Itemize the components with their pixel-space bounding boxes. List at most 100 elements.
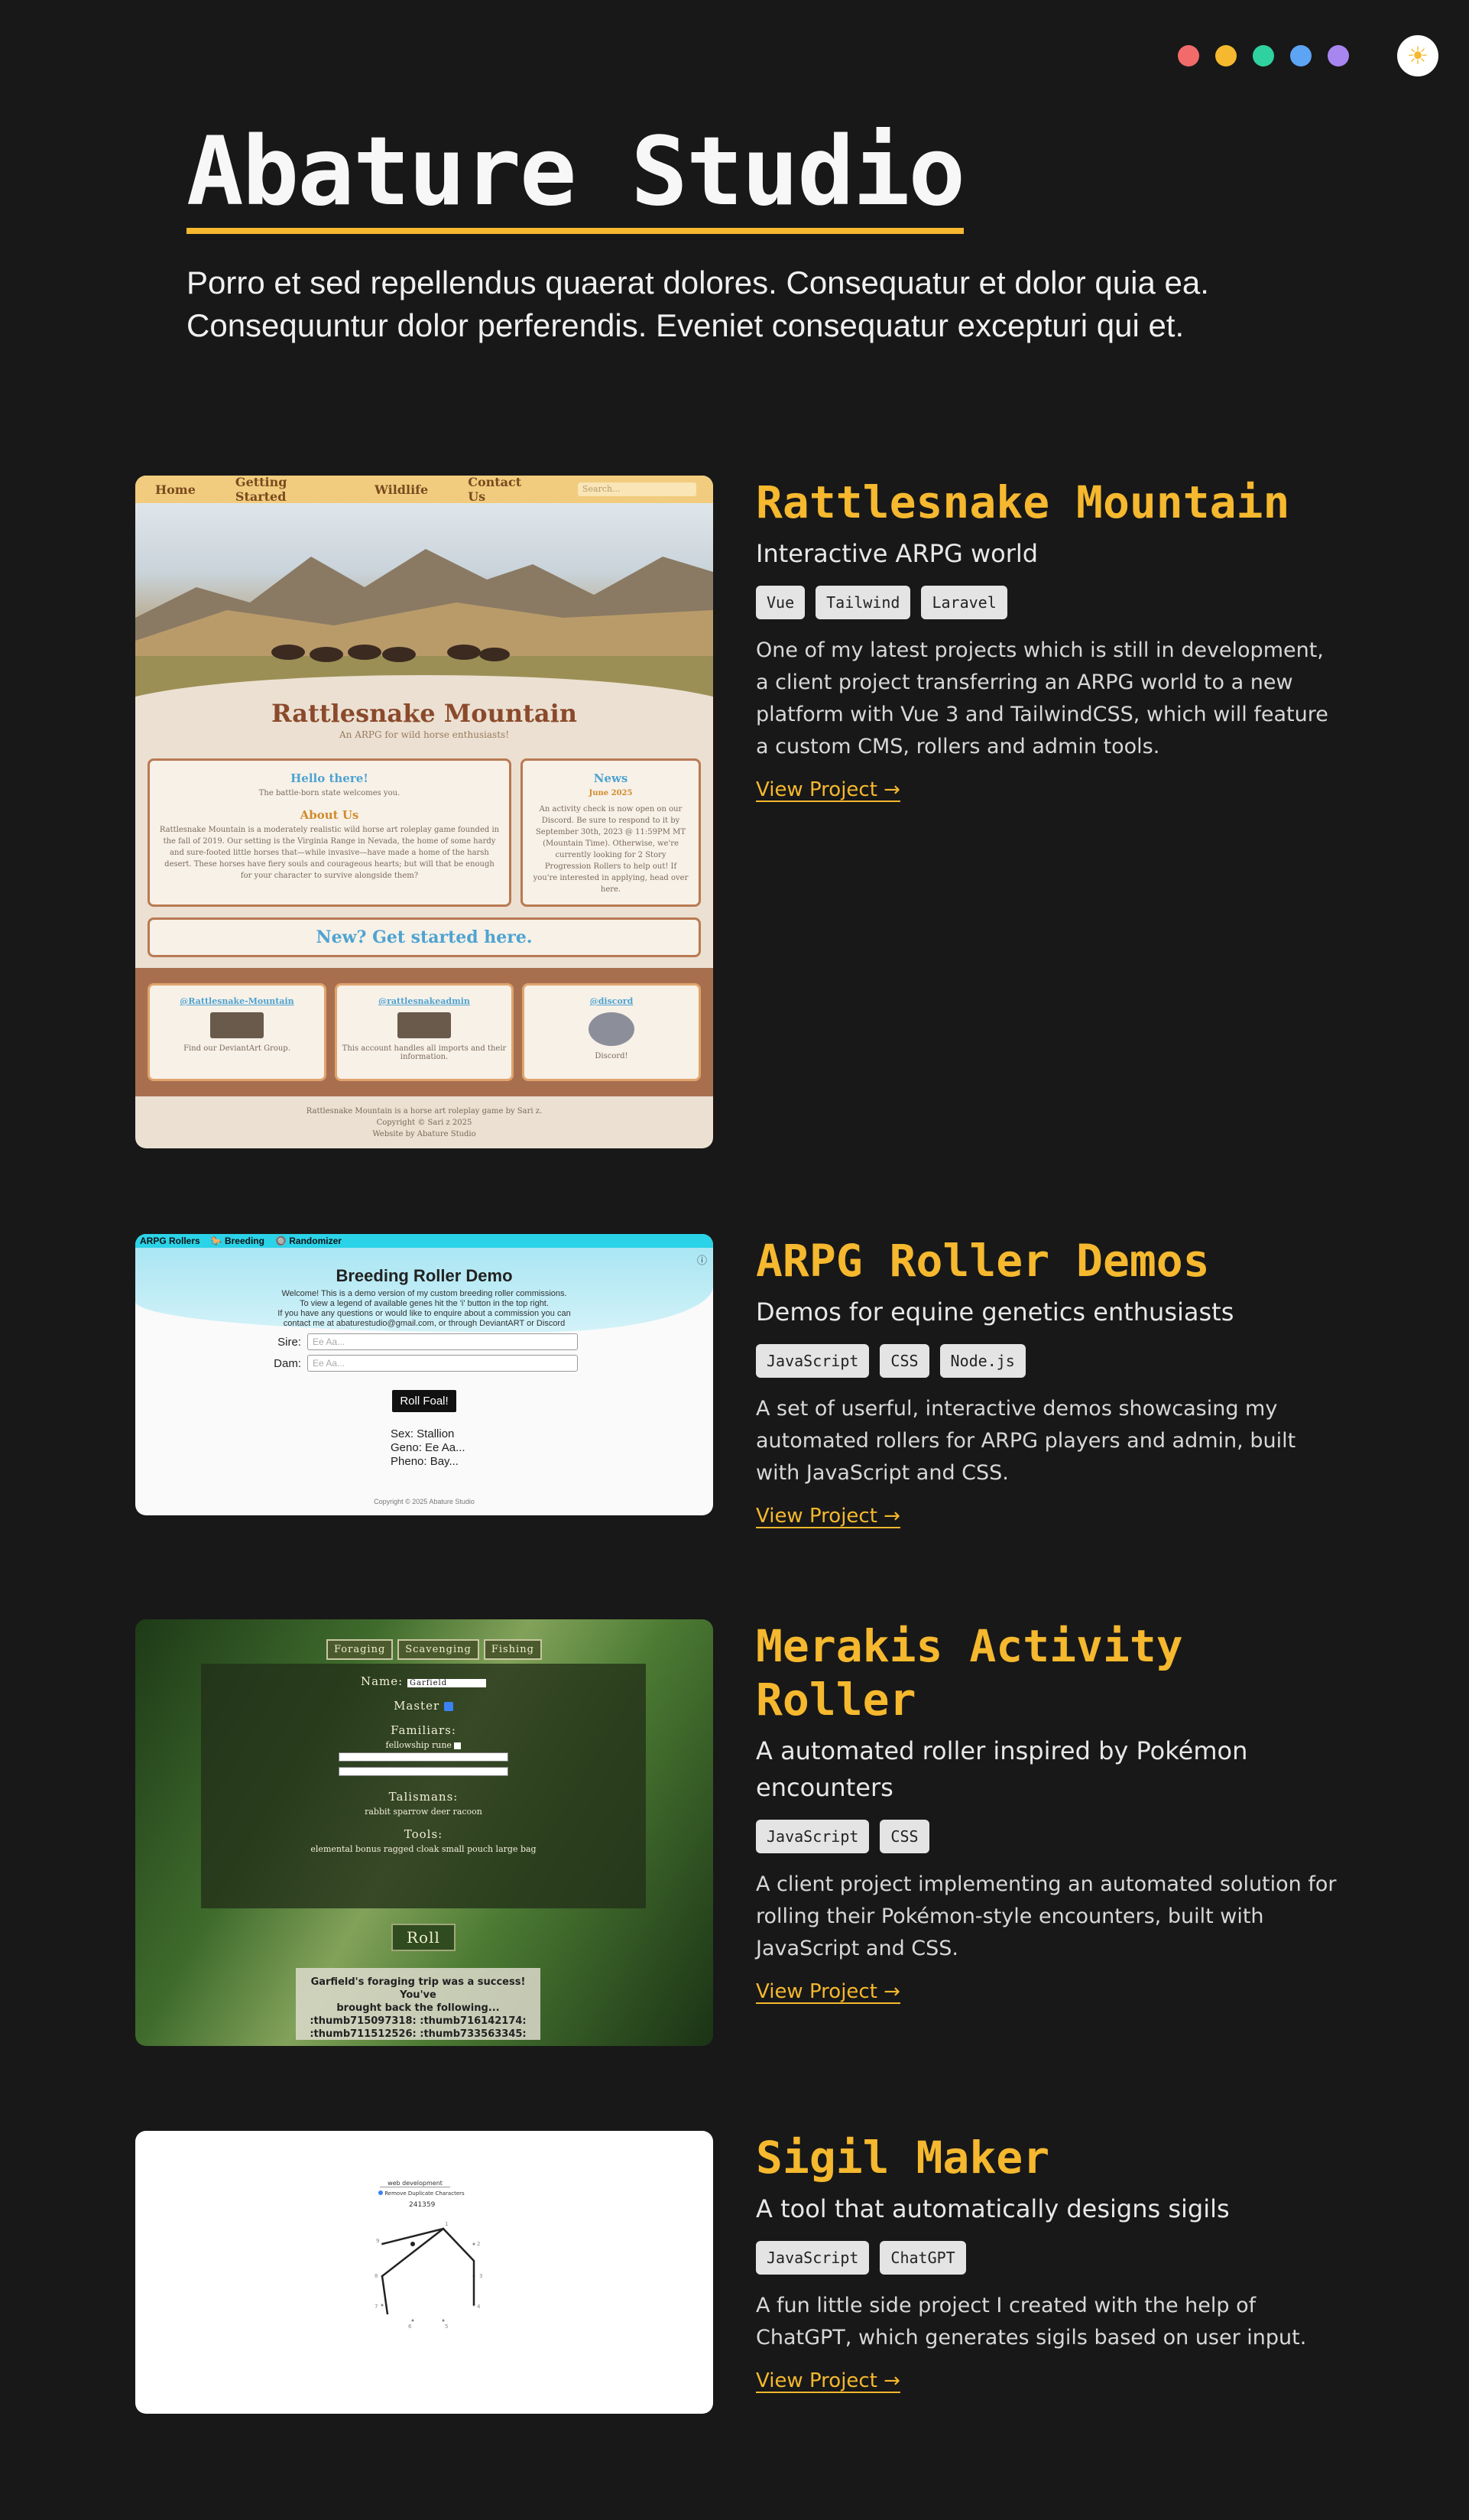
project-thumbnail[interactable]: ARPG Rollers 🐎 Breeding 🔘 Randomizer ⓘ B…	[135, 1234, 713, 1515]
thumb-hello-sub: The battle-born state welcomes you.	[258, 789, 400, 797]
thumb-card-text: This account handles all imports and the…	[342, 1044, 507, 1061]
sigil-digit: 7	[375, 2304, 378, 2310]
name-row: Name: Garfield	[201, 1674, 646, 1688]
thumb-nav-item: ARPG Rollers	[140, 1236, 200, 1246]
familiar-select	[339, 1752, 508, 1762]
project-info: Rattlesnake Mountain Interactive ARPG wo…	[756, 476, 1337, 801]
thumb-site-subtitle: An ARPG for wild horse enthusiasts!	[339, 729, 510, 740]
tech-tag: Laravel	[921, 586, 1007, 619]
tag-list: JavaScript ChatGPT	[756, 2241, 1337, 2275]
thumb-card-handle: @discord	[589, 996, 634, 1006]
thumb-nav-item: Contact Us	[468, 476, 522, 504]
thumb-intro: Welcome! This is a demo version of my cu…	[135, 1289, 713, 1329]
project-thumbnail[interactable]: web development Remove Duplicate Charact…	[135, 2131, 713, 2414]
thumb-hello-heading: Hello there!	[290, 771, 368, 785]
tech-tag: Node.js	[939, 1344, 1026, 1378]
tool-options: elemental bonus ragged cloak small pouch…	[310, 1844, 537, 1854]
tag-list: Vue Tailwind Laravel	[756, 586, 1337, 619]
view-project-link[interactable]: View Project →	[756, 778, 900, 801]
thumb-about-box: Hello there! The battle-born state welco…	[148, 758, 511, 907]
project-subtitle: Demos for equine genetics enthusiasts	[756, 1297, 1234, 1327]
thumb-card-handle: @rattlesnakeadmin	[378, 996, 470, 1006]
theme-swatch-yellow[interactable]	[1215, 45, 1237, 67]
thumb-site-title: Rattlesnake Mountain	[271, 699, 578, 728]
thumb-heading: Breeding Roller Demo	[336, 1266, 513, 1285]
roll-results: Sex: Stallion Geno: Ee Aa... Pheno: Bay.…	[391, 1427, 713, 1469]
tech-tag: CSS	[880, 1344, 929, 1378]
tech-tag: JavaScript	[756, 1344, 870, 1378]
view-project-link[interactable]: View Project →	[756, 1980, 900, 2003]
familiar-select	[339, 1767, 508, 1776]
thumb-tabs: Foraging Scavenging Fishing	[326, 1639, 546, 1660]
sire-label: Sire:	[277, 1335, 301, 1349]
thumb-nav-item: 🐎 Breeding	[210, 1236, 264, 1246]
project-title: Merakis Activity Roller	[756, 1620, 1183, 1726]
result-line: :thumb711512526: :thumb733563345:	[310, 2028, 527, 2040]
thumb-get-started: New? Get started here.	[148, 917, 701, 957]
project-info: Sigil Maker A tool that automatically de…	[756, 2131, 1337, 2392]
roll-button: Roll	[391, 1924, 456, 1951]
sigil-digit: 9	[376, 2238, 379, 2244]
theme-swatch-red[interactable]	[1178, 45, 1199, 67]
roller-form: Name: Garfield Master Familiars: fellows…	[201, 1664, 646, 1908]
thumb-news-heading: News	[593, 771, 628, 785]
sigil-digit: 3	[479, 2273, 482, 2279]
thumb-intro-line: contact me at abaturestudio@gmail.com, o…	[283, 1319, 566, 1328]
view-project-link[interactable]: View Project →	[756, 1505, 900, 1528]
project-thumbnail[interactable]: Home Getting Started Wildlife Contact Us…	[135, 476, 713, 1148]
talismans-heading: Talismans:	[388, 1790, 459, 1804]
sigil-digit: 6	[408, 2324, 412, 2330]
master-checkbox	[443, 1702, 453, 1711]
project-card: Foraging Scavenging Fishing Name: Garfie…	[135, 1619, 1337, 2046]
discord-icon	[589, 1012, 634, 1046]
thumb-news-text: An activity check is now open on our Dis…	[533, 805, 689, 894]
hero: Abature Studio Porro et sed repellendus …	[186, 122, 1318, 347]
theme-swatch-blue[interactable]	[1290, 45, 1312, 67]
dam-input: Ee Aa...	[307, 1355, 578, 1372]
theme-toggle-button[interactable]: ☀	[1397, 35, 1438, 76]
thumb-tab: Fishing	[483, 1639, 542, 1660]
tech-tag: CSS	[880, 1820, 929, 1853]
dam-label: Dam:	[274, 1356, 301, 1370]
view-project-link[interactable]: View Project →	[756, 2369, 900, 2392]
sun-icon: ☀	[1406, 41, 1429, 70]
info-icon: ⓘ	[696, 1255, 707, 1266]
project-description: A set of userful, interactive demos show…	[756, 1397, 1296, 1485]
thumb-tab: Foraging	[326, 1639, 394, 1660]
project-thumbnail[interactable]: Foraging Scavenging Fishing Name: Garfie…	[135, 1619, 713, 2046]
rune-label: fellowship rune	[385, 1740, 452, 1750]
thumb-social-row: @Rattlesnake-Mountain Find our DeviantAr…	[135, 968, 713, 1096]
tech-tag: Vue	[756, 586, 806, 619]
thumb-footer: Copyright © 2025 Abature Studio	[374, 1498, 475, 1505]
theme-swatch-green[interactable]	[1253, 45, 1274, 67]
tag-list: JavaScript CSS	[756, 1820, 1337, 1853]
thumb-content: Breeding Roller Demo Welcome! This is a …	[135, 1266, 713, 1505]
thumb-card-handle: @Rattlesnake-Mountain	[180, 996, 294, 1006]
thumb-footer-line: Website by Abature Studio	[372, 1130, 476, 1138]
thumb-intro-line: Welcome! This is a demo version of my cu…	[281, 1289, 567, 1298]
project-subtitle: A tool that automatically designs sigils	[756, 2194, 1230, 2223]
theme-swatch-purple[interactable]	[1328, 45, 1349, 67]
roll-foal-button: Roll Foal!	[392, 1390, 456, 1412]
name-input: Garfield	[407, 1679, 486, 1687]
talisman-options: rabbit sparrow deer racoon	[365, 1807, 482, 1817]
project-info: ARPG Roller Demos Demos for equine genet…	[756, 1234, 1337, 1528]
project-description: One of my latest projects which is still…	[756, 638, 1328, 758]
thumb-tab: Scavenging	[397, 1639, 479, 1660]
deviantart-image	[210, 1012, 264, 1038]
thumb-intro-line: To view a legend of available genes hit …	[300, 1299, 549, 1308]
sigil-drawing: 1 2 3 4 5 6 7 8 9	[375, 2221, 482, 2330]
horse-image	[397, 1012, 451, 1038]
thumb-footer-line: Rattlesnake Mountain is a horse art role…	[306, 1107, 543, 1115]
tech-tag: ChatGPT	[880, 2241, 966, 2275]
sigil-digit: 5	[445, 2324, 448, 2330]
project-title: Rattlesnake Mountain	[756, 476, 1290, 528]
thumb-about-heading: About Us	[300, 808, 359, 822]
thumb-social-card: @discord Discord!	[522, 983, 701, 1081]
thumb-nav: Home Getting Started Wildlife Contact Us…	[135, 476, 713, 504]
thumb-nav-item: 🔘 Randomizer	[274, 1236, 342, 1246]
thumb-content-row: Hello there! The battle-born state welco…	[148, 758, 701, 907]
result-line: brought back the following...	[336, 2002, 500, 2014]
result-line: :thumb715097318: :thumb716142174:	[310, 2015, 527, 2027]
result-line: Pheno: Bay...	[391, 1455, 459, 1468]
